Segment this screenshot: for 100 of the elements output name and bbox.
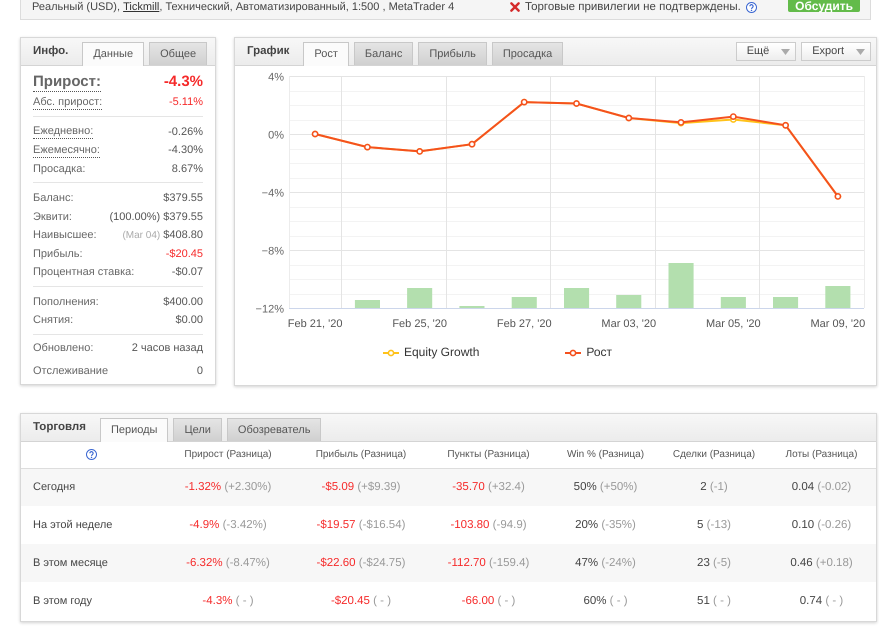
cell-value: -$20.45 <box>330 594 370 607</box>
warning-text: Торговые привилегии не подтверждены. <box>525 0 741 14</box>
legend-label: Рост <box>586 345 612 361</box>
cell-value: 2 <box>700 480 707 493</box>
stat-label: Обновлено: <box>33 340 94 356</box>
stat-value: -$20.45 <box>166 246 203 261</box>
cell-value: 20% <box>575 518 598 531</box>
stat-value: 2 часов назад <box>132 340 203 356</box>
cell-change: ( - ) <box>610 594 628 607</box>
stat-value: -$0.07 <box>172 265 203 280</box>
cell-value: -35.70 <box>452 480 485 493</box>
stat-label: Баланс: <box>33 191 74 206</box>
cell-value: 0.04 <box>792 480 814 493</box>
axis-label: −12% <box>256 304 284 316</box>
axis-label: Mar 09, '20 <box>810 318 866 330</box>
account-summary: Реальный (USD), Tickmill, Технический, Автоматизированный, 1:500 , MetaTrader 4 <box>32 0 456 14</box>
cell-change: (+2.30%) <box>224 480 272 493</box>
stat-value: $400.00 <box>163 294 203 309</box>
stat-label: Наивысшее: <box>33 228 97 242</box>
cell-value: 50% <box>574 480 597 493</box>
cell-value: -103.80 <box>450 518 490 531</box>
stat-label: Процентная ставка: <box>33 265 134 280</box>
cell-value: -$22.60 <box>316 556 356 569</box>
period-label: В этом году <box>21 582 161 620</box>
axis-label: −8% <box>262 246 284 258</box>
cell-change: (+0.18) <box>816 556 853 569</box>
column-header: Прирост (Разница) <box>161 442 295 468</box>
cell-value: 23 <box>697 556 710 569</box>
cell-value: -112.70 <box>448 556 486 569</box>
cell-change: (-3.42%) <box>222 518 267 531</box>
stat-value: -5.11% <box>168 95 203 110</box>
cell-value: 0.46 <box>790 556 813 569</box>
cell-value: 47% <box>575 556 598 569</box>
cell-change: (+$9.39) <box>357 480 400 493</box>
column-header: Прибыль (Разница) <box>295 442 427 468</box>
stat-value: -0.26% <box>168 124 203 139</box>
cell-change: (-13) <box>706 518 731 531</box>
stat-note: (100.00%) <box>109 210 160 224</box>
axis-label: Feb 21, '20 <box>288 318 342 330</box>
axis-label: Mar 05, '20 <box>706 318 761 330</box>
cell-change: ( - ) <box>825 594 844 607</box>
cell-change: (-24%) <box>601 556 636 569</box>
stat-note: (Mar 04) <box>122 229 160 242</box>
stat-label: Ежемесячно: <box>33 142 100 158</box>
axis-label: Mar 03, '20 <box>601 318 656 330</box>
stat-label: Эквити: <box>33 210 72 224</box>
cell-value: 0.10 <box>792 518 814 531</box>
cell-change: (-159.4) <box>489 556 530 569</box>
cell-value: -1.32% <box>184 480 222 493</box>
stat-label: Прирост: <box>33 72 101 92</box>
cell-value: 60% <box>583 594 606 607</box>
cell-value: -$19.57 <box>316 518 356 531</box>
panel-title: Торговля <box>33 420 86 435</box>
panel-title: График <box>247 44 290 59</box>
cell-value: 0.74 <box>800 594 822 607</box>
panel-title: Инфо. <box>33 44 68 59</box>
axis-label: −4% <box>262 188 284 200</box>
stat-value: $408.80 <box>163 228 203 242</box>
legend-label: Equity Growth <box>404 345 480 361</box>
stat-label: Отслеживание <box>33 364 108 378</box>
stat-label: Прибыль: <box>33 246 83 261</box>
cell-value: 5 <box>697 518 704 531</box>
axis-label: 4% <box>268 72 284 84</box>
stat-label: Абс. прирост: <box>33 94 102 110</box>
cell-value: -4.9% <box>189 518 220 531</box>
stat-value: -4.3% <box>164 72 203 92</box>
cell-change: (-5) <box>713 556 731 569</box>
cell-change: (-0.26) <box>817 518 852 531</box>
cell-change: (+32.4) <box>488 480 525 493</box>
stat-label: Пополнения: <box>33 294 99 309</box>
axis-label: 0% <box>268 130 284 142</box>
cell-change: ( - ) <box>236 594 254 607</box>
cell-value: -$5.09 <box>322 480 354 493</box>
cell-change: (-8.47%) <box>226 556 270 569</box>
cell-change: (-35%) <box>601 518 636 531</box>
cell-change: (-$24.75) <box>358 556 406 569</box>
cell-change: (-0.02) <box>817 480 852 493</box>
axis-label: Feb 27, '20 <box>496 318 552 330</box>
cell-value: -4.3% <box>202 594 232 607</box>
period-label: В этом месяце <box>21 544 161 582</box>
cell-change: ( - ) <box>713 594 731 607</box>
cell-value: -6.32% <box>186 556 223 569</box>
cell-change: (+50%) <box>600 480 638 493</box>
period-label: Сегодня <box>21 468 161 506</box>
cell-change: (-1) <box>710 480 728 493</box>
column-header: Win % (Разница) <box>550 442 661 468</box>
stat-value: $379.55 <box>163 191 203 206</box>
stat-label: Ежедневно: <box>33 124 94 140</box>
stat-label: Снятия: <box>33 313 74 328</box>
axis-label: Feb 25, '20 <box>392 318 448 330</box>
column-header: Лоты (Разница) <box>767 442 876 468</box>
cell-change: (-$16.54) <box>358 518 406 531</box>
stat-value: -4.30% <box>168 143 203 158</box>
stat-value: 0 <box>196 364 203 378</box>
cell-value: -66.00 <box>462 594 494 607</box>
stat-value: $0.00 <box>175 313 203 328</box>
stat-value: $379.55 <box>163 210 203 224</box>
cell-change: ( - ) <box>497 594 516 607</box>
stat-label: Просадка: <box>33 162 86 176</box>
cell-change: (-94.9) <box>492 518 527 531</box>
